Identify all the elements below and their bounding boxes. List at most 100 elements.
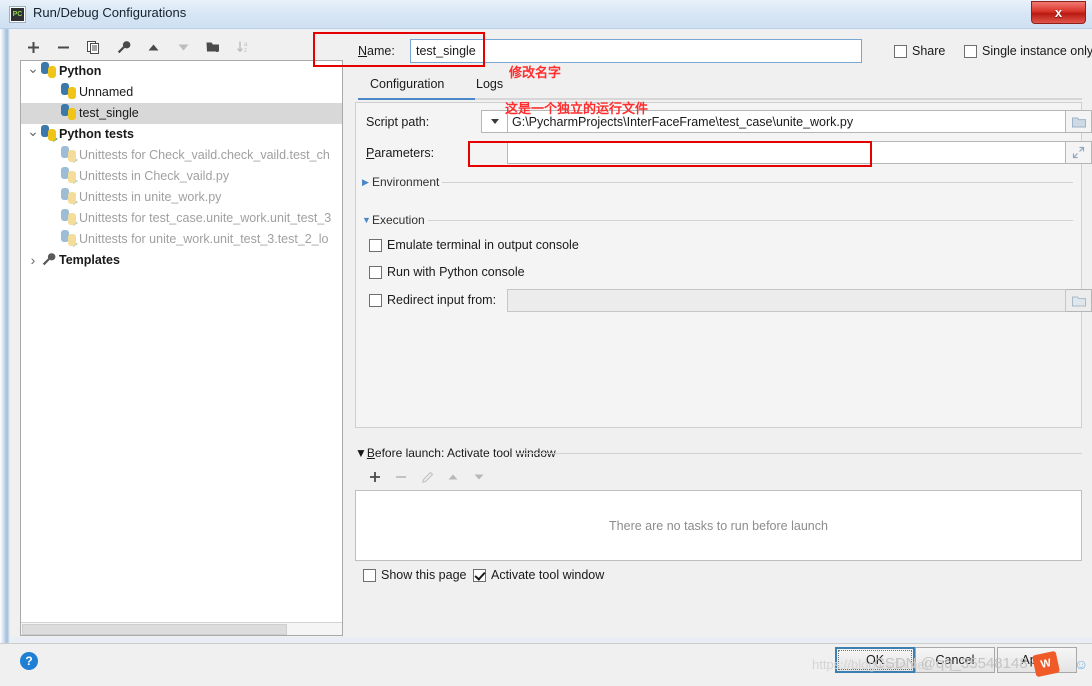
chevron-right-icon[interactable]: › — [25, 250, 41, 271]
tree-item[interactable]: Unittests in unite_work.py — [21, 187, 342, 208]
arrow-up-icon[interactable] — [140, 34, 166, 60]
python-icon — [61, 83, 77, 99]
script-path-label: Script path: — [366, 115, 430, 129]
help-icon[interactable]: ? — [20, 652, 38, 670]
tree-item[interactable]: Unittests for test_case.unite_work.unit_… — [21, 208, 342, 229]
remove-configuration-button[interactable] — [50, 34, 76, 60]
tree-item[interactable]: test_single — [21, 103, 342, 124]
add-task-button[interactable] — [363, 466, 387, 488]
tree-item-label: Unnamed — [79, 85, 134, 99]
script-path-dropdown-arrow[interactable] — [481, 110, 507, 133]
tree-item-label: test_single — [79, 106, 139, 120]
task-move-up-button[interactable] — [441, 466, 465, 488]
environment-section-header[interactable]: ▶ Environment — [362, 175, 439, 189]
show-this-page-checkbox[interactable]: Show this page — [363, 568, 466, 582]
configuration-editor: Name: Share Single instance only Configu… — [346, 34, 1092, 634]
run-with-python-console-checkbox[interactable]: Run with Python console — [369, 265, 525, 279]
tab-configuration[interactable]: Configuration — [370, 72, 444, 96]
environment-rule — [442, 182, 1073, 183]
share-checkbox[interactable]: Share — [894, 44, 945, 58]
show-this-page-label: Show this page — [381, 568, 467, 582]
emulate-terminal-checkbox[interactable]: Emulate terminal in output console — [369, 238, 579, 252]
apply-button[interactable]: Apply — [997, 647, 1077, 673]
configurations-tree[interactable]: ⌄ Python Unnamed test_single ⌄ Python tests… — [20, 60, 343, 636]
share-label: Share — [912, 44, 946, 58]
redirect-input-box[interactable] — [369, 293, 382, 307]
close-icon[interactable]: x — [1031, 1, 1086, 24]
script-path-browse-icon[interactable] — [1066, 110, 1092, 133]
emulate-terminal-box[interactable] — [369, 238, 382, 252]
single-instance-label: Single instance only — [982, 44, 1092, 58]
tree-item[interactable]: Unnamed — [21, 82, 342, 103]
task-move-down-button[interactable] — [467, 466, 491, 488]
tab-logs[interactable]: Logs — [476, 72, 503, 96]
share-checkbox-box[interactable] — [894, 44, 907, 58]
sort-az-icon[interactable]: az — [230, 34, 256, 60]
before-launch-section: ▼Before launch: Activate tool window The… — [355, 446, 1082, 596]
show-this-page-box[interactable] — [363, 568, 376, 582]
tree-item-label: Unittests in Check_vaild.py — [79, 169, 230, 183]
script-path-input[interactable] — [507, 110, 1066, 133]
before-launch-task-list[interactable]: There are no tasks to run before launch — [355, 490, 1082, 561]
tree-item[interactable]: ⌄ Python — [21, 61, 342, 82]
remove-task-button[interactable] — [389, 466, 413, 488]
redirect-input-browse-icon[interactable] — [1066, 289, 1092, 312]
folder-add-icon[interactable] — [200, 34, 226, 60]
tree-item[interactable]: › Templates — [21, 250, 342, 271]
tree-item[interactable]: Unittests for unite_work.unit_test_3.tes… — [21, 229, 342, 250]
tree-item-label: Unittests for unite_work.unit_test_3.tes… — [79, 232, 329, 246]
redirect-input-checkbox[interactable]: Redirect input from: — [369, 293, 496, 307]
parameters-expand-icon[interactable] — [1066, 141, 1092, 164]
configurations-toolbar: az — [20, 34, 335, 60]
redirect-input-path-input[interactable] — [507, 289, 1066, 312]
tree-item[interactable]: ⌄ Python tests — [21, 124, 342, 145]
activate-tool-window-label: Activate tool window — [491, 568, 605, 582]
wrench-icon[interactable] — [110, 34, 136, 60]
chevron-down-icon[interactable]: ⌄ — [25, 124, 41, 138]
ok-button[interactable]: OK — [835, 647, 915, 673]
execution-section-header[interactable]: ▼Execution — [362, 213, 425, 227]
chevron-down-icon[interactable]: ⌄ — [25, 61, 41, 75]
python-test-icon — [61, 188, 78, 205]
tree-item-label: Templates — [59, 253, 120, 267]
wrench-icon — [41, 252, 57, 268]
python-test-icon — [61, 230, 78, 247]
activate-tool-window-checkbox[interactable]: Activate tool window — [473, 568, 604, 582]
pencil-icon[interactable] — [415, 466, 439, 488]
cancel-button[interactable]: Cancel — [915, 647, 995, 673]
parameters-label: Parameters: — [366, 146, 435, 160]
editor-tabs: Configuration Logs — [358, 72, 1082, 100]
scrollbar-thumb[interactable] — [22, 624, 287, 635]
python-icon — [61, 104, 77, 120]
run-with-python-console-box[interactable] — [369, 265, 382, 279]
name-input[interactable] — [410, 39, 862, 63]
pycharm-icon: PC — [9, 6, 26, 23]
activate-tool-window-box[interactable] — [473, 568, 486, 582]
execution-rule — [428, 220, 1073, 221]
copy-configuration-button[interactable] — [80, 34, 106, 60]
tree-item[interactable]: Unittests for Check_vaild.check_vaild.te… — [21, 145, 342, 166]
dialog-body: az ⌄ Python Unnamed test_single ⌄ Python te… — [10, 29, 1092, 643]
tab-underline — [358, 98, 1082, 100]
window-left-edge — [0, 29, 10, 647]
tree-item[interactable]: Unittests in Check_vaild.py — [21, 166, 342, 187]
parameters-input[interactable] — [507, 141, 1066, 164]
configuration-panel: Script path: Parameters: ▶Environment — [355, 102, 1092, 428]
chevron-down-icon: ▼ — [355, 446, 367, 460]
single-instance-checkbox-box[interactable] — [964, 44, 977, 58]
python-test-icon — [61, 209, 78, 226]
single-instance-checkbox[interactable]: Single instance only — [964, 44, 1092, 58]
add-configuration-button[interactable] — [20, 34, 46, 60]
dialog-footer: ? OK Cancel Apply — [0, 643, 1092, 686]
arrow-down-icon[interactable] — [170, 34, 196, 60]
window-title: Run/Debug Configurations — [33, 5, 187, 20]
tree-item-label: Python tests — [59, 127, 135, 141]
tree-horizontal-scrollbar[interactable] — [21, 622, 342, 635]
before-launch-rule — [515, 453, 1082, 454]
python-test-icon — [61, 146, 78, 163]
